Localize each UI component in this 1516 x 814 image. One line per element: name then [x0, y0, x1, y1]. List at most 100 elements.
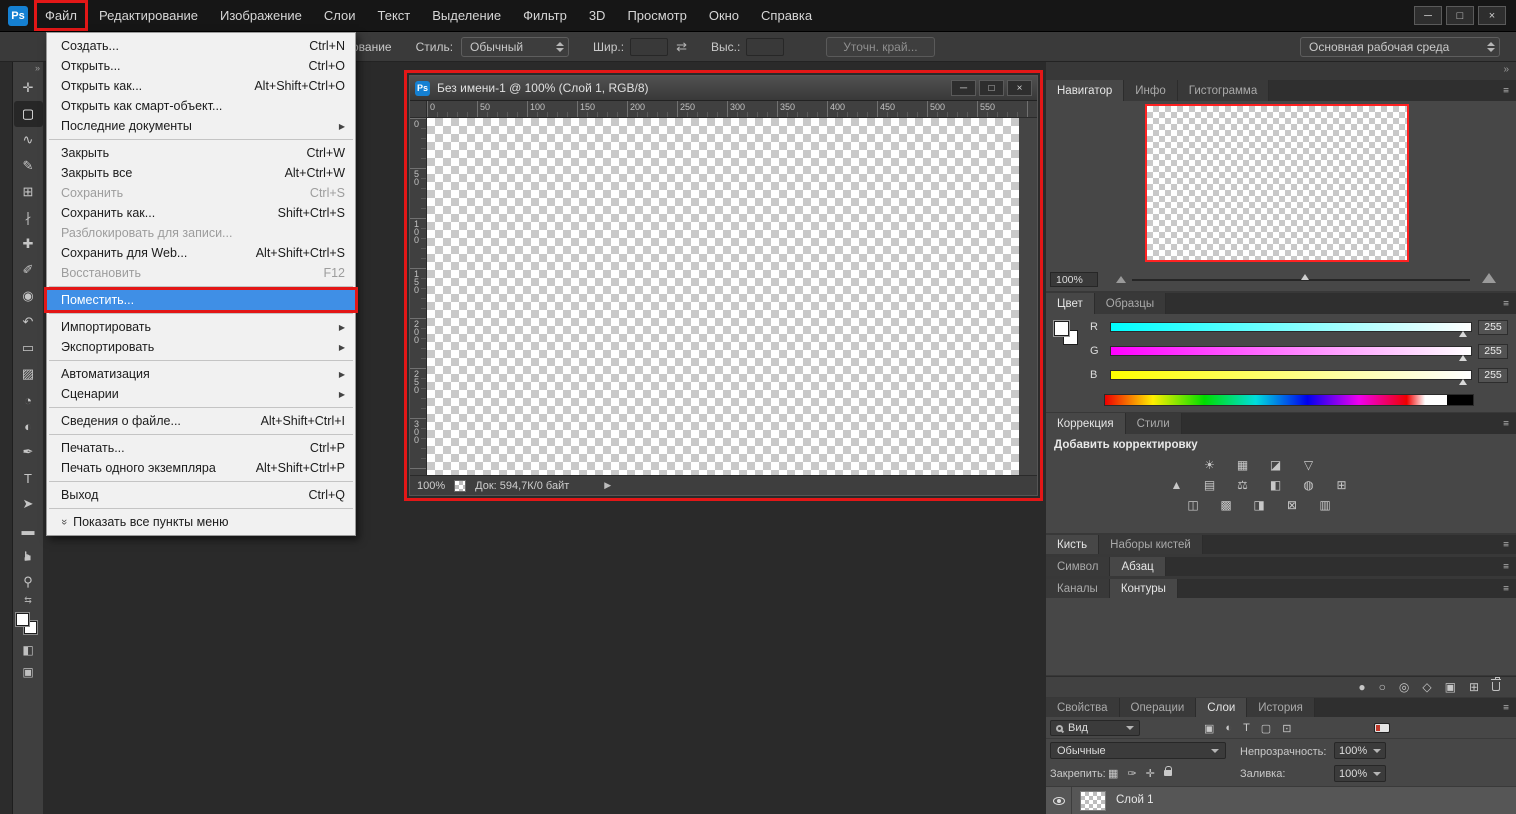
crop-tool[interactable]: ⊞	[13, 179, 43, 205]
black-white-icon[interactable]: ◧	[1264, 478, 1288, 498]
layer-thumbnail[interactable]	[1080, 791, 1106, 811]
refine-edge-button[interactable]: Уточн. край...	[826, 36, 935, 57]
stroke-path-icon[interactable]: ○	[1379, 680, 1386, 694]
eraser-tool[interactable]: ▭	[13, 335, 43, 361]
app-maximize-button[interactable]: □	[1446, 6, 1474, 25]
color-value-b[interactable]: 255	[1478, 367, 1508, 383]
file-menu-item-open-as-smart-object[interactable]: Открыть как смарт-объект...	[47, 96, 355, 116]
menubar-item-type[interactable]: Текст	[367, 0, 422, 31]
color-value-r[interactable]: 255	[1478, 319, 1508, 335]
color-slider-b[interactable]	[1110, 370, 1472, 385]
filter-pixel-layers-icon[interactable]: ▣	[1204, 722, 1214, 735]
menubar-item-3d[interactable]: 3D	[578, 0, 617, 31]
canvas[interactable]	[427, 118, 1019, 475]
file-menu-item-close-all[interactable]: Закрыть все Alt+Ctrl+W	[47, 163, 355, 183]
eyedropper-tool[interactable]: ∤	[13, 205, 43, 231]
lasso-tool[interactable]: ∿	[13, 127, 43, 153]
tab-swatches[interactable]: Образцы	[1094, 293, 1167, 314]
tab-brush-presets[interactable]: Наборы кистей	[1099, 535, 1203, 554]
zoom-out-mountains-icon[interactable]	[1116, 276, 1126, 283]
tab-actions[interactable]: Операции	[1119, 698, 1197, 717]
delete-icon[interactable]	[1491, 677, 1501, 694]
tab-character[interactable]: Символ	[1046, 557, 1111, 576]
tab-paths[interactable]: Контуры	[1109, 579, 1178, 598]
tab-info[interactable]: Инфо	[1124, 80, 1178, 101]
file-menu-item-close[interactable]: Закрыть Ctrl+W	[47, 143, 355, 163]
horizontal-ruler[interactable]: 0 50 100 150 200 250 300 350 400 450 500 550	[427, 101, 1037, 118]
mini-swap-colors-icon[interactable]: ⇆	[13, 595, 43, 609]
panel-menu-icon[interactable]: ≡	[1503, 418, 1509, 429]
tab-channels[interactable]: Каналы	[1046, 579, 1110, 598]
tab-color[interactable]: Цвет	[1046, 293, 1095, 314]
blur-tool[interactable]: ◔	[13, 387, 43, 413]
width-input[interactable]	[630, 37, 669, 56]
style-dropdown[interactable]: Обычный	[461, 36, 570, 57]
threshold-icon[interactable]: ◨	[1247, 498, 1271, 518]
menubar-item-filter[interactable]: Фильтр	[512, 0, 578, 31]
type-tool[interactable]: T	[13, 465, 43, 491]
brightness-contrast-icon[interactable]: ☀	[1198, 458, 1222, 478]
color-value-g[interactable]: 255	[1478, 343, 1508, 359]
navigator-zoom-value[interactable]: 100%	[1050, 272, 1098, 287]
menubar-item-select[interactable]: Выделение	[421, 0, 512, 31]
document-size-info[interactable]: Док: 594,7К/0 байт	[475, 480, 569, 492]
file-menu-item-automate[interactable]: Автоматизация ▶	[47, 364, 355, 384]
tab-brush[interactable]: Кисть	[1046, 535, 1100, 554]
doc-minimize-button[interactable]: ─	[951, 80, 976, 96]
path-selection-tool[interactable]: ➤	[13, 491, 43, 517]
app-close-button[interactable]: ×	[1478, 6, 1506, 25]
file-menu-item-open[interactable]: Открыть... Ctrl+O	[47, 56, 355, 76]
filter-smart-objects-icon[interactable]: ⊡	[1282, 722, 1291, 735]
healing-brush-tool[interactable]: ✚	[13, 231, 43, 257]
tab-navigator[interactable]: Навигатор	[1046, 80, 1125, 101]
fill-path-icon[interactable]: ●	[1358, 680, 1365, 694]
panel-menu-icon[interactable]: ≡	[1503, 561, 1509, 572]
file-menu-item-place[interactable]: Поместить...	[44, 287, 358, 313]
panel-menu-icon[interactable]: ≡	[1503, 85, 1509, 96]
dodge-tool[interactable]: ◐	[13, 413, 43, 439]
lock-all-icon[interactable]	[1163, 766, 1172, 779]
rectangular-marquee-tool[interactable]: ▢	[13, 101, 43, 127]
make-work-path-icon[interactable]: ◇	[1422, 680, 1431, 694]
file-menu-item-show-all-menu-items[interactable]: » Показать все пункты меню	[47, 512, 355, 532]
fill-dropdown[interactable]: 100%	[1334, 765, 1386, 782]
move-tool[interactable]: ✛	[13, 75, 43, 101]
lock-position-icon[interactable]: ✛	[1146, 767, 1155, 780]
app-minimize-button[interactable]: ─	[1414, 6, 1442, 25]
color-slider-r[interactable]	[1110, 322, 1472, 337]
clone-stamp-tool[interactable]: ◉	[13, 283, 43, 309]
invert-icon[interactable]: ◫	[1181, 498, 1205, 518]
screen-mode-icon[interactable]: ▣	[13, 661, 43, 683]
zoom-in-mountains-icon[interactable]	[1482, 273, 1496, 283]
document-titlebar[interactable]: Ps Без имени-1 @ 100% (Слой 1, RGB/8) ─ □…	[410, 76, 1037, 101]
blend-mode-dropdown[interactable]: Обычные	[1050, 742, 1226, 759]
foreground-color-swatch[interactable]	[1054, 321, 1069, 336]
navigator-preview[interactable]	[1145, 104, 1409, 262]
lock-pixels-icon[interactable]: ✑	[1127, 767, 1136, 780]
file-menu-item-new[interactable]: Создать... Ctrl+N	[47, 36, 355, 56]
tools-collapse-icon[interactable]: »	[13, 62, 43, 75]
menubar-item-file[interactable]: Файл	[34, 0, 88, 31]
curves-icon[interactable]: ◪	[1264, 458, 1288, 478]
channel-mixer-icon[interactable]: ⊞	[1330, 478, 1354, 498]
lock-transparency-icon[interactable]: ▦	[1108, 767, 1118, 780]
opacity-dropdown[interactable]: 100%	[1334, 742, 1386, 759]
workspace-dropdown[interactable]: Основная рабочая среда	[1300, 36, 1500, 57]
filter-type-layers-icon[interactable]: T	[1243, 722, 1250, 734]
file-menu-item-save-for-web[interactable]: Сохранить для Web... Alt+Shift+Ctrl+S	[47, 243, 355, 263]
menubar-item-view[interactable]: Просмотр	[616, 0, 697, 31]
pen-tool[interactable]: ✒	[13, 439, 43, 465]
tab-properties[interactable]: Свойства	[1046, 698, 1120, 717]
quick-mask-icon[interactable]: ◧	[13, 639, 43, 661]
hue-saturation-icon[interactable]: ▤	[1198, 478, 1222, 498]
menubar-item-layers[interactable]: Слои	[313, 0, 367, 31]
filter-shape-layers-icon[interactable]: ▢	[1261, 722, 1271, 735]
color-balance-icon[interactable]: ⚖	[1231, 478, 1255, 498]
tab-histogram[interactable]: Гистограмма	[1177, 80, 1270, 101]
file-menu-item-export[interactable]: Экспортировать ▶	[47, 337, 355, 357]
add-mask-icon[interactable]: ▣	[1445, 680, 1456, 694]
history-brush-tool[interactable]: ↶	[13, 309, 43, 335]
dock-collapse-icon[interactable]: »	[1503, 64, 1509, 75]
gradient-tool[interactable]: ▨	[13, 361, 43, 387]
tab-paragraph[interactable]: Абзац	[1110, 557, 1166, 576]
